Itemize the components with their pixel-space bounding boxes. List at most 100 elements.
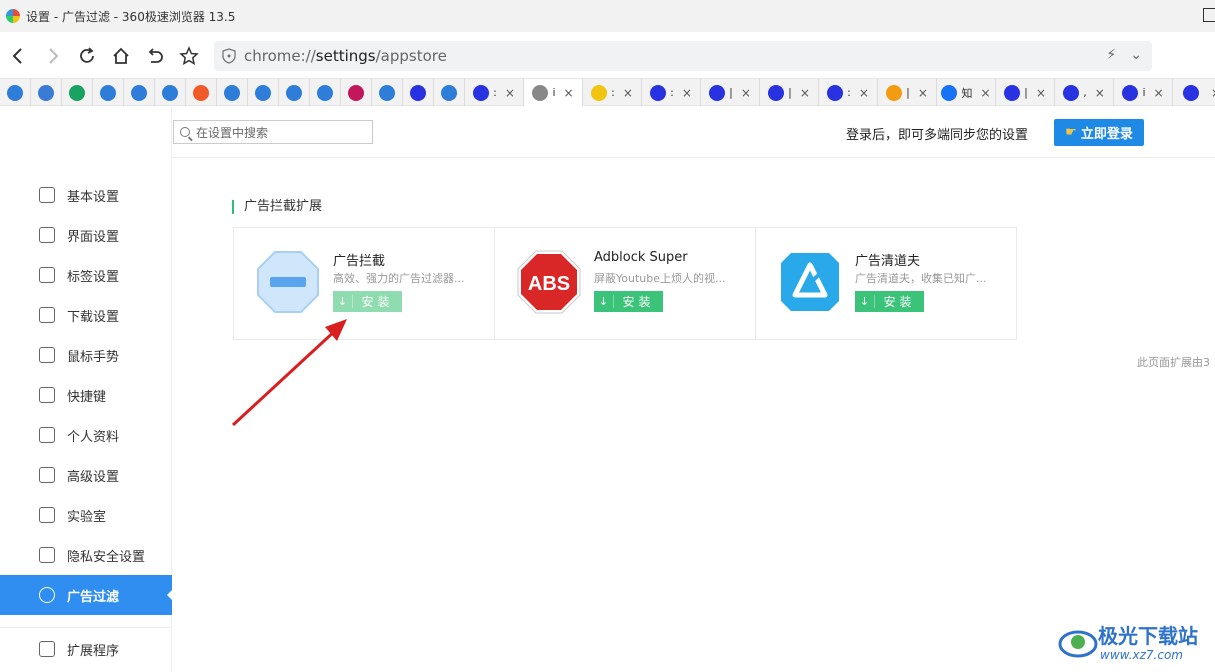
- sidebar-item[interactable]: 鼠标手势: [0, 335, 172, 375]
- browser-tab[interactable]: #888888i ×: [524, 79, 583, 106]
- browser-tab[interactable]: #f05a28: [186, 79, 217, 106]
- tab-close-icon[interactable]: ×: [564, 86, 574, 100]
- browser-tab[interactable]: #1772f6知 ×: [937, 79, 996, 106]
- tab-close-icon[interactable]: ×: [859, 86, 869, 100]
- sidebar-item-extensions[interactable]: 扩展程序: [0, 629, 172, 669]
- reload-icon[interactable]: [75, 44, 99, 68]
- browser-tab[interactable]: #2e7dd8: [155, 79, 186, 106]
- extension-desc: 高效、强力的广告过滤器...: [333, 272, 465, 285]
- tab-close-icon[interactable]: ×: [505, 86, 515, 100]
- browser-tab[interactable]: #2e7dd8: [279, 79, 310, 106]
- sidebar-item[interactable]: 高级设置: [0, 455, 172, 495]
- browser-tab[interactable]: #2e7dd8: [217, 79, 248, 106]
- tab-close-icon[interactable]: ×: [682, 86, 692, 100]
- c-icon: #f05a28: [193, 84, 209, 101]
- browser-tab[interactable]: #2932e1 ×: [1173, 79, 1215, 106]
- settings-search-input[interactable]: 在设置中搜索: [173, 120, 373, 144]
- tab-close-icon[interactable]: ×: [980, 86, 990, 100]
- sidebar-item[interactable]: 基本设置: [0, 175, 172, 215]
- baidu-icon: #2932e1: [1004, 84, 1021, 101]
- url-scheme: chrome://: [244, 47, 316, 65]
- browser-tab[interactable]: #c2185b: [341, 79, 372, 106]
- install-button[interactable]: ↓ 安装: [855, 291, 924, 312]
- browser-tab[interactable]: #1aa260: [62, 79, 93, 106]
- watermark: 极光下载站 www.xz7.com: [1058, 618, 1208, 668]
- browser-tab[interactable]: #3a7bd5: [31, 79, 62, 106]
- tab-title: :: [670, 86, 674, 99]
- sidebar-item-label: 实验室: [67, 509, 107, 525]
- tab-close-icon[interactable]: ×: [1095, 86, 1105, 100]
- browser-tab[interactable]: #2932e1: [403, 79, 434, 106]
- keyboard-icon: [39, 387, 55, 403]
- install-button[interactable]: ↓ 安装: [594, 291, 663, 312]
- tab-title: 知: [961, 86, 973, 100]
- sidebar-item[interactable]: 广告过滤: [0, 575, 173, 615]
- address-bar[interactable]: chrome://settings/appstore ⚡ ⌄: [214, 41, 1152, 71]
- sidebar-item-label: 标签设置: [67, 269, 120, 285]
- tab-close-icon[interactable]: ×: [918, 86, 928, 100]
- browser-tab[interactable]: #2e7dd8: [0, 79, 31, 106]
- shield-icon: [39, 547, 55, 563]
- sidebar-item-label: 隐私安全设置: [67, 549, 146, 565]
- browser-tab[interactable]: #2e7dd8: [93, 79, 124, 106]
- home-icon[interactable]: [109, 44, 133, 68]
- tab-close-icon[interactable]: ×: [741, 86, 751, 100]
- chevron-down-icon[interactable]: ⌄: [1130, 47, 1142, 63]
- login-button[interactable]: ☛ 立即登录: [1054, 119, 1144, 146]
- baidu-icon: #2932e1: [709, 84, 726, 101]
- pointing-hand-icon: ☛: [1065, 125, 1077, 140]
- site-info-icon[interactable]: [222, 48, 236, 64]
- sidebar-item[interactable]: 实验室: [0, 495, 172, 535]
- sidebar-item-label: 快捷键: [67, 389, 107, 405]
- browser-tab[interactable]: #2932e1: ×: [642, 79, 701, 106]
- browser-tab[interactable]: #2e7dd8: [248, 79, 279, 106]
- browser-tab[interactable]: #2e7dd8: [434, 79, 465, 106]
- extension-name: 广告清道夫: [855, 254, 921, 269]
- ie-icon: #2e7dd8: [317, 84, 333, 101]
- sidebar-item[interactable]: 界面设置: [0, 215, 172, 255]
- lightning-icon[interactable]: ⚡: [1106, 47, 1116, 63]
- sidebar-item[interactable]: 个人资料: [0, 415, 172, 455]
- browser-tab[interactable]: #2e7dd8: [310, 79, 341, 106]
- tab-close-icon[interactable]: ×: [1211, 86, 1215, 100]
- browser-tab[interactable]: #2932e1| ×: [701, 79, 760, 106]
- browser-tab[interactable]: #2932e1, ×: [1055, 79, 1114, 106]
- browser-tab[interactable]: #2932e1| ×: [760, 79, 819, 106]
- browser-tab[interactable]: #2932e1| ×: [996, 79, 1055, 106]
- sidebar-item[interactable]: 下载设置: [0, 295, 172, 335]
- abs-icon-text: ABS: [528, 273, 570, 295]
- browser-tab[interactable]: #f1c40f: ×: [583, 79, 642, 106]
- flask-icon: [39, 507, 55, 523]
- tab-close-icon[interactable]: ×: [1154, 86, 1164, 100]
- ie-icon: #2e7dd8: [7, 84, 23, 101]
- browser-tab[interactable]: #2e7dd8: [372, 79, 403, 106]
- forward-icon[interactable]: [41, 44, 65, 68]
- tab-close-icon[interactable]: ×: [623, 86, 633, 100]
- annotation-arrow-icon: [231, 319, 347, 427]
- sidebar-item[interactable]: 标签设置: [0, 255, 172, 295]
- window-control-icon[interactable]: [1203, 8, 1215, 22]
- header-divider: [0, 157, 1215, 158]
- download-icon: ↓: [594, 295, 614, 308]
- browser-tab[interactable]: #2932e1: ×: [819, 79, 878, 106]
- tab-close-icon[interactable]: ×: [1036, 86, 1046, 100]
- back-icon[interactable]: [6, 44, 30, 68]
- bookmark-star-icon[interactable]: [177, 44, 201, 68]
- tab-title: :: [493, 86, 497, 99]
- browser-tab[interactable]: #f39c12| ×: [878, 79, 937, 106]
- browser-tab[interactable]: #2932e1: ×: [465, 79, 524, 106]
- sidebar-item-label: 广告过滤: [67, 589, 120, 605]
- abs-octagon-icon: ABS: [517, 250, 581, 314]
- undo-icon[interactable]: [143, 44, 167, 68]
- sidebar-item[interactable]: 快捷键: [0, 375, 172, 415]
- baidu-icon: #2932e1: [1182, 84, 1199, 101]
- browser-tab[interactable]: #2e7dd8: [124, 79, 155, 106]
- sidebar-item-label: 扩展程序: [67, 643, 120, 659]
- browser-tab[interactable]: #2932e1i ×: [1114, 79, 1173, 106]
- sidebar-item[interactable]: 隐私安全设置: [0, 535, 172, 575]
- extension-name: 广告拦截: [333, 254, 386, 269]
- search-placeholder: 在设置中搜索: [196, 125, 269, 140]
- url-rest: /appstore: [375, 47, 447, 65]
- extension-card-ad-cleaner: 广告清道夫 广告清道夫，收集已知广... ↓ 安装: [755, 227, 1017, 340]
- tab-close-icon[interactable]: ×: [800, 86, 810, 100]
